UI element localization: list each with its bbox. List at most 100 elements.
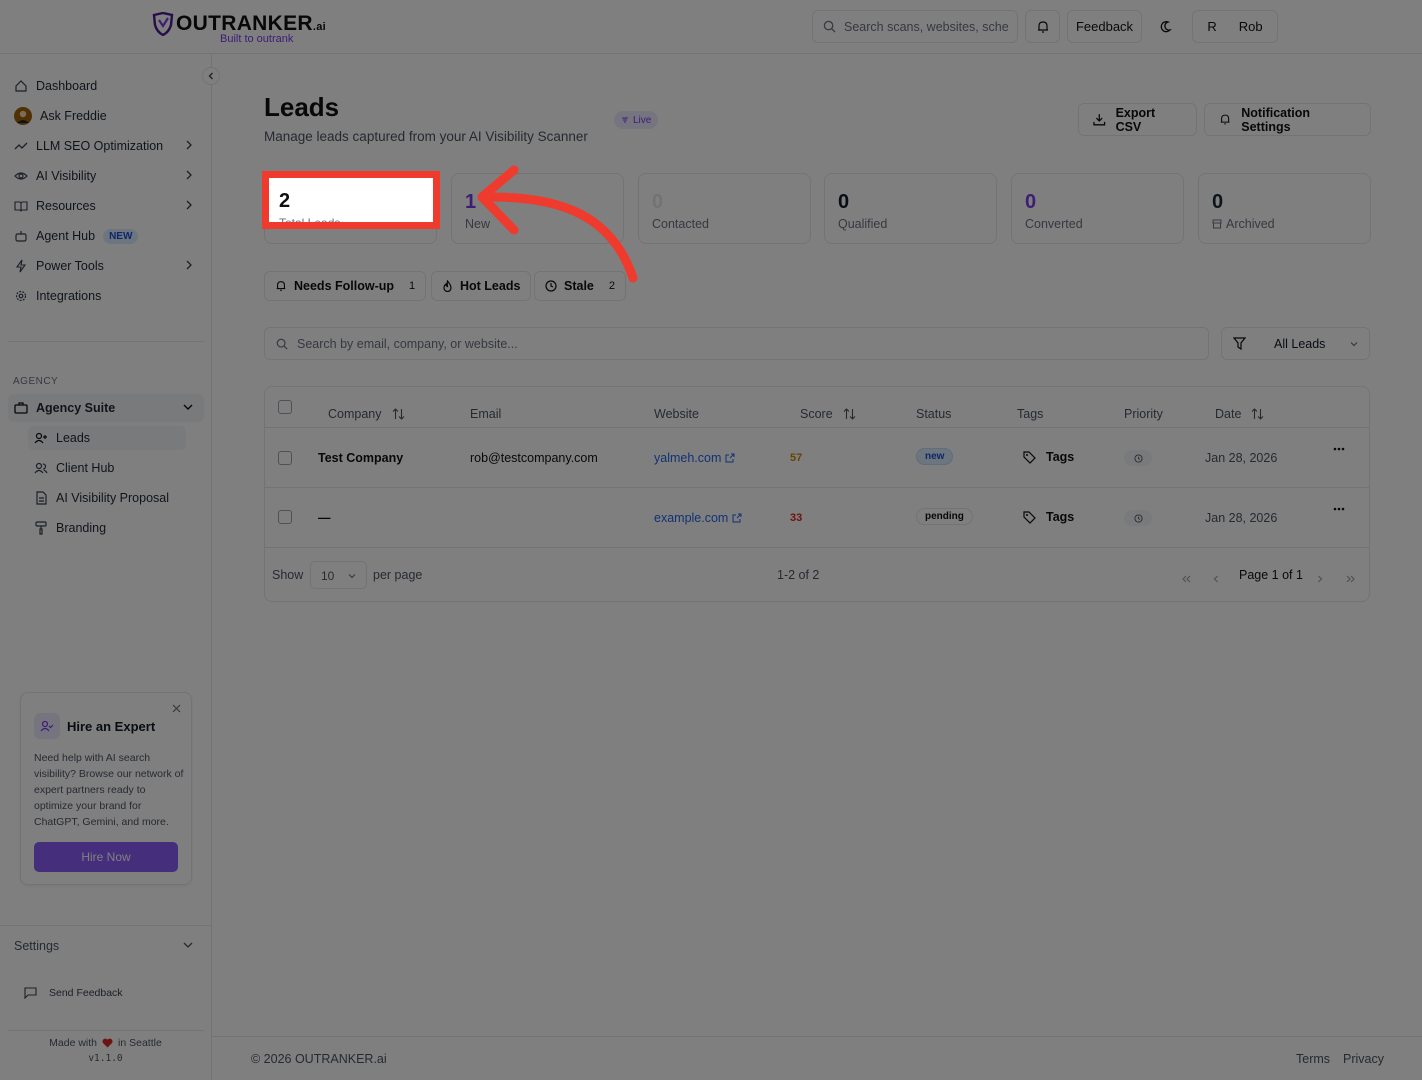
priority-cell[interactable] [1124,510,1152,526]
table-row[interactable]: Test Company rob@testcompany.com yalmeh.… [265,427,1369,487]
column-header-score[interactable]: Score [800,407,856,421]
sidebar-item-ai-visibility[interactable]: AI Visibility [8,162,204,190]
sidebar-subitem-label: Branding [56,521,107,535]
row-actions-button[interactable] [1333,507,1345,511]
user-menu-button[interactable]: R Rob [1192,10,1278,43]
column-header-status: Status [916,407,952,421]
select-all-checkbox[interactable] [278,400,292,414]
chip-count: 2 [608,280,616,292]
document-icon [36,491,47,505]
notification-settings-label: Notification Settings [1241,105,1311,134]
column-header-company[interactable]: Company [328,407,405,421]
app-version: v1.1.0 [88,1053,123,1064]
clock-icon [1133,453,1143,463]
lead-search-input[interactable]: Search by email, company, or website... [264,327,1209,360]
sidebar-subitem-leads[interactable]: Leads [28,426,186,450]
notifications-button[interactable] [1025,10,1060,43]
sidebar-item-label: Agency Suite [36,401,116,415]
chip-count: 1 [409,280,416,292]
sidebar-item-label: Dashboard [36,79,98,93]
sidebar-item-llm-seo[interactable]: LLM SEO Optimization [8,132,204,160]
date-cell: Jan 28, 2026 [1205,451,1278,465]
row-actions-button[interactable] [1333,447,1345,451]
stat-card-converted[interactable]: 0 Converted [1011,173,1184,244]
sidebar-item-power-tools[interactable]: Power Tools [8,252,204,280]
sidebar-item-agency-suite[interactable]: Agency Suite [8,394,204,422]
website-link[interactable]: example.com [654,511,742,525]
feedback-button[interactable]: Feedback [1067,10,1142,43]
download-icon [1093,114,1106,126]
send-feedback-link[interactable]: Send Feedback [24,987,123,999]
stat-card-archived[interactable]: 0 Archived [1198,173,1371,244]
column-header-email: Email [470,407,502,421]
stat-card-contacted[interactable]: 0 Contacted [638,173,811,244]
status-cell[interactable]: new [916,448,954,465]
sidebar-divider [8,1030,204,1031]
row-checkbox[interactable] [278,451,292,465]
highlighted-total-leads-card[interactable]: 2 Total Leads [262,171,440,229]
made-with-prefix: Made with [49,1037,98,1049]
stat-card-new[interactable]: 1 New [451,173,624,244]
lightning-icon [15,259,27,273]
stale-chip[interactable]: Stale 2 [534,271,627,301]
hire-expert-card: Hire an Expert Need help with AI search … [20,692,192,885]
sidebar-item-agent-hub[interactable]: Agent Hub NEW [8,222,204,250]
website-link[interactable]: yalmeh.com [654,451,735,465]
sort-icon [392,408,404,420]
first-page-button[interactable] [1173,565,1199,593]
chevron-left-icon [1213,575,1218,583]
global-search-input[interactable]: Search scans, websites, sche [812,10,1018,43]
per-page-select[interactable]: 10 [310,561,367,589]
needs-follow-up-chip[interactable]: Needs Follow-up 1 [264,271,427,301]
row-checkbox[interactable] [278,510,292,524]
sidebar-subitem-label: Leads [56,431,91,445]
highlighted-stat-label: Total Leads [279,216,340,222]
close-icon[interactable] [172,704,181,713]
sidebar-item-integrations[interactable]: Integrations [8,282,204,310]
tags-cell[interactable]: Tags [1023,510,1074,524]
sidebar-item-ask-freddie[interactable]: Ask Freddie [8,102,204,130]
score-cell: 33 [790,512,803,524]
stat-value: 0 [838,191,850,213]
chevron-right-icon [186,200,192,210]
lead-filter-select[interactable]: All Leads [1221,327,1370,360]
priority-cell[interactable] [1124,450,1152,466]
sidebar-subitem-client-hub[interactable]: Client Hub [28,456,186,480]
next-page-button[interactable] [1307,565,1333,593]
table-row[interactable]: — example.com 33 pending Tags Jan 28, 20… [265,487,1369,547]
status-cell[interactable]: pending [916,508,973,525]
tags-cell[interactable]: Tags [1023,450,1074,464]
sidebar-subitem-branding[interactable]: Branding [28,516,186,540]
live-badge-label: Live [633,114,652,126]
stat-label: Archived [1226,217,1275,231]
heart-icon [102,1038,113,1048]
notification-settings-button[interactable]: Notification Settings [1204,103,1371,136]
sidebar-item-resources[interactable]: Resources [8,192,204,220]
hot-leads-chip[interactable]: Hot Leads [431,271,532,301]
sidebar-subitem-ai-visibility-proposal[interactable]: AI Visibility Proposal [28,486,186,510]
export-csv-button[interactable]: Export CSV [1078,103,1197,136]
last-page-button[interactable] [1337,565,1363,593]
stat-card-qualified[interactable]: 0 Qualified [824,173,997,244]
prev-page-button[interactable] [1203,565,1229,593]
email-cell: rob@testcompany.com [470,451,598,465]
brand-logo[interactable]: OUTRANKER.ai Built to outrank [152,10,326,46]
chip-label: Stale [564,279,594,293]
paint-roller-icon [35,521,47,535]
sidebar-item-dashboard[interactable]: Dashboard [8,72,204,100]
chip-label: Needs Follow-up [294,279,394,293]
footer-privacy-link[interactable]: Privacy [1343,1052,1384,1066]
theme-toggle-button[interactable] [1149,10,1184,43]
gear-icon [15,290,27,302]
chevron-right-icon [186,170,192,180]
page-subtitle: Manage leads captured from your AI Visib… [264,129,588,144]
footer-copyright: © 2026 OUTRANKER.ai [251,1052,387,1066]
footer-terms-link[interactable]: Terms [1296,1052,1330,1066]
external-link-icon [732,513,742,523]
clock-icon [1133,513,1143,523]
column-header-date[interactable]: Date [1215,407,1264,421]
search-icon [823,20,836,33]
sidebar-collapse-button[interactable] [202,67,220,85]
hire-now-button[interactable]: Hire Now [34,842,178,872]
sidebar-settings[interactable]: Settings [8,932,204,960]
